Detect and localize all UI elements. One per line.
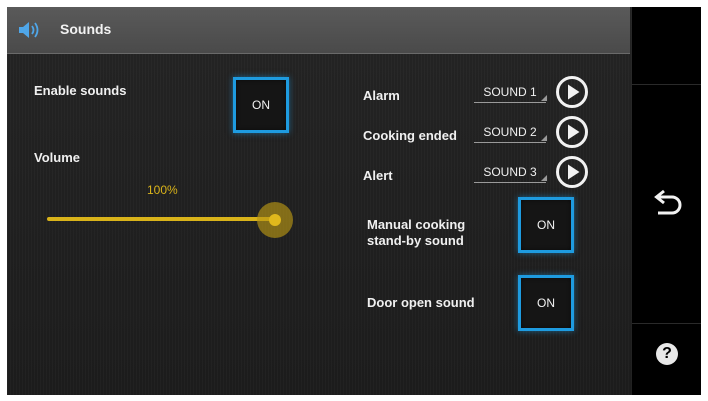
- cooking-ended-play-icon[interactable]: [555, 115, 589, 149]
- manual-cooking-state: ON: [537, 218, 555, 232]
- manual-cooking-label-line1: Manual cooking: [367, 217, 466, 232]
- manual-cooking-toggle[interactable]: ON: [518, 197, 574, 253]
- alert-sound-select[interactable]: SOUND 3: [474, 163, 547, 183]
- volume-slider-thumb[interactable]: [257, 202, 293, 238]
- alarm-label: Alarm: [363, 88, 400, 103]
- enable-sounds-label: Enable sounds: [34, 83, 127, 98]
- door-open-state: ON: [537, 296, 555, 310]
- side-bar: ?: [632, 7, 701, 395]
- back-arrow-icon[interactable]: [650, 189, 684, 223]
- screen: Sounds Enable sounds ON Volume 100% Alar…: [7, 7, 701, 395]
- cooking-ended-label: Cooking ended: [363, 128, 457, 143]
- volume-slider-track[interactable]: [47, 217, 275, 221]
- cooking-ended-sound-select[interactable]: SOUND 2: [474, 123, 547, 143]
- alert-play-icon[interactable]: [555, 155, 589, 189]
- main-panel: Sounds Enable sounds ON Volume 100% Alar…: [7, 7, 632, 395]
- sidebar-divider: [632, 84, 701, 85]
- page-title: Sounds: [60, 21, 112, 37]
- help-icon[interactable]: ?: [656, 343, 678, 365]
- alert-sound-value: SOUND 3: [483, 165, 537, 179]
- speaker-icon: [19, 22, 39, 38]
- cooking-ended-sound-value: SOUND 2: [483, 125, 537, 139]
- dropdown-corner-icon: [541, 95, 547, 101]
- alarm-sound-select[interactable]: SOUND 1: [474, 83, 547, 103]
- manual-cooking-label-line2: stand-by sound: [367, 233, 464, 248]
- alert-label: Alert: [363, 168, 393, 183]
- volume-value: 100%: [147, 183, 178, 197]
- sidebar-divider: [632, 323, 701, 324]
- dropdown-corner-icon: [541, 175, 547, 181]
- enable-sounds-toggle[interactable]: ON: [233, 77, 289, 133]
- header-bar: Sounds: [7, 7, 630, 54]
- door-open-toggle[interactable]: ON: [518, 275, 574, 331]
- door-open-label: Door open sound: [367, 295, 475, 310]
- alarm-sound-value: SOUND 1: [483, 85, 537, 99]
- dropdown-corner-icon: [541, 135, 547, 141]
- enable-sounds-state: ON: [252, 98, 270, 112]
- volume-label: Volume: [34, 150, 80, 165]
- alarm-play-icon[interactable]: [555, 75, 589, 109]
